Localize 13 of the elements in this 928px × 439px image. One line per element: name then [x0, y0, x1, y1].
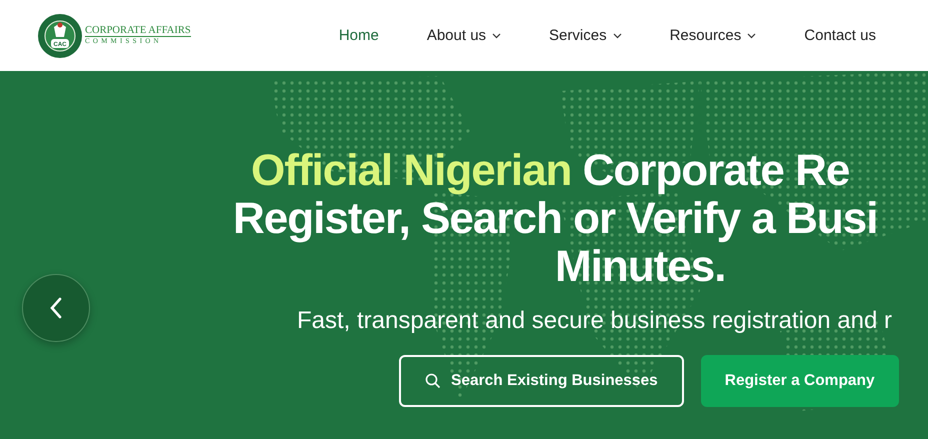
hero-headline: Official Nigerian Corporate Re	[251, 147, 850, 195]
nav-link[interactable]: Resources	[670, 27, 756, 44]
search-button[interactable]: Search Existing Businesses	[399, 355, 684, 407]
nav-link[interactable]: Home	[338, 27, 379, 44]
nav-link[interactable]: Contact us	[804, 27, 876, 44]
logo-title: CORPORATE AFFAIRS	[85, 25, 191, 37]
chevron-left-icon	[49, 297, 63, 319]
search-icon	[425, 373, 441, 389]
nav-link[interactable]: Services	[549, 27, 622, 44]
nav-link[interactable]: About us	[426, 27, 502, 44]
hero-headline-line: Minutes.	[555, 243, 726, 291]
hero-subtitle: Fast, transparent and secure business registration and r	[297, 307, 892, 335]
hero-headline-line: Register, Search or Verify a Busi	[233, 195, 878, 243]
